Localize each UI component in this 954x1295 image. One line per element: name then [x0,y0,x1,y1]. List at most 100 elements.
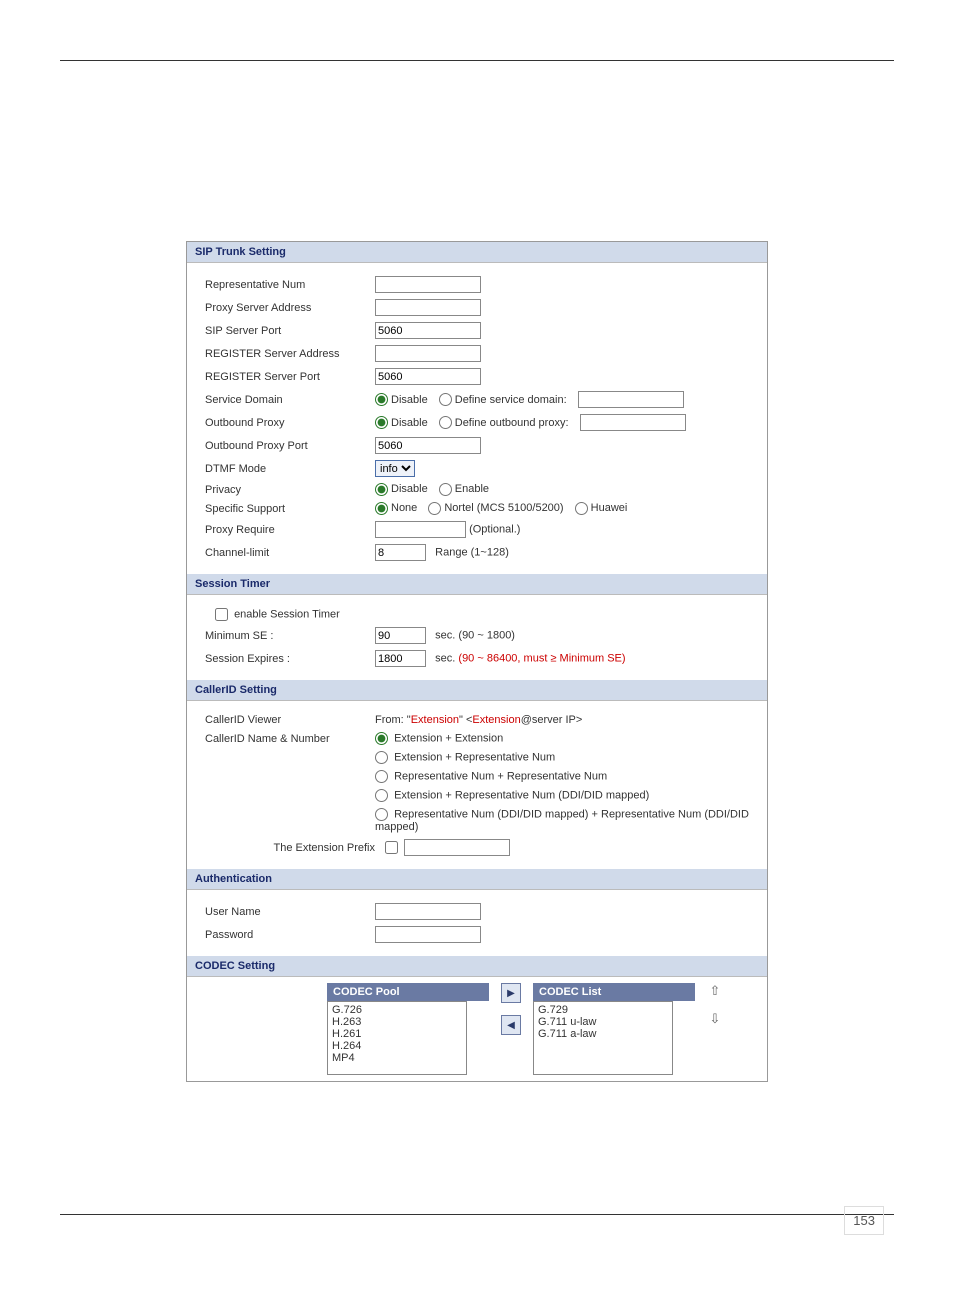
codec-pool-item[interactable]: H.261 [332,1028,462,1040]
codec-list-item[interactable]: G.711 a-law [538,1028,668,1040]
section-header-codec: CODEC Setting [187,956,767,977]
privacy-label: Privacy [195,484,375,496]
ext-prefix-input[interactable] [404,839,510,856]
session-exp-input[interactable] [375,650,426,667]
specific-none-radio[interactable] [375,502,388,515]
proxy-req-hint: (Optional.) [469,524,520,536]
codec-pool-item[interactable]: G.726 [332,1004,462,1016]
svc-domain-label: Service Domain [195,394,375,406]
section-header-callerid: CallerID Setting [187,680,767,701]
ob-proxy-label: Outbound Proxy [195,417,375,429]
callerid-opt5-text: Representative Num (DDI/DID mapped) + Re… [375,808,749,833]
specific-label: Specific Support [195,503,375,515]
specific-nortel-text: Nortel (MCS 5100/5200) [444,502,563,514]
ob-port-input[interactable] [375,437,481,454]
specific-huawei-text: Huawei [591,502,628,514]
callerid-viewer-label: CallerID Viewer [195,714,375,726]
callerid-opt2-text: Extension + Representative Num [394,751,555,763]
chan-limit-hint: Range (1~128) [435,547,509,559]
auth-pass-input[interactable] [375,926,481,943]
privacy-disable-text: Disable [391,483,428,495]
callerid-opt3-text: Representative Num + Representative Num [394,770,607,782]
arrow-down-icon: ⇩ [710,1011,721,1027]
codec-pool-item[interactable]: H.263 [332,1016,462,1028]
svc-domain-disable-radio[interactable] [375,393,388,406]
codec-pool-list[interactable]: G.726 H.263 H.261 H.264 MP4 [327,1001,467,1075]
chan-limit-label: Channel-limit [195,547,375,559]
ob-proxy-disable-radio[interactable] [375,416,388,429]
ob-proxy-disable-text: Disable [391,417,428,429]
callerid-opt4-radio[interactable] [375,789,388,802]
session-exp-hint: (90 ~ 86400, must ≥ Minimum SE) [458,653,625,665]
triangle-right-icon: ▶ [507,988,515,999]
privacy-enable-text: Enable [455,483,489,495]
triangle-left-icon: ◀ [507,1020,515,1031]
codec-pool-header: CODEC Pool [327,983,489,1001]
arrow-up-icon: ⇧ [710,983,721,999]
specific-nortel-radio[interactable] [428,502,441,515]
enable-session-timer-label: enable Session Timer [234,608,340,620]
settings-panel: SIP Trunk Setting Representative Num Pro… [186,241,768,1082]
proxy-addr-label: Proxy Server Address [195,302,375,314]
chan-limit-input[interactable] [375,544,426,561]
section-header-auth: Authentication [187,869,767,890]
proxy-addr-input[interactable] [375,299,481,316]
section-header-sip-trunk: SIP Trunk Setting [187,242,767,263]
reg-port-label: REGISTER Server Port [195,371,375,383]
callerid-opt3-radio[interactable] [375,770,388,783]
svc-domain-define-radio[interactable] [439,393,452,406]
specific-huawei-radio[interactable] [575,502,588,515]
codec-list-item[interactable]: G.729 [538,1004,668,1016]
svc-domain-define-text: Define service domain: [455,394,567,406]
codec-move-down-button[interactable]: ⇩ [707,1011,723,1027]
ob-proxy-define-text: Define outbound proxy: [455,417,569,429]
sip-port-input[interactable] [375,322,481,339]
callerid-opt1-text: Extension + Extension [394,732,503,744]
reg-port-input[interactable] [375,368,481,385]
privacy-enable-radio[interactable] [439,483,452,496]
rep-num-input[interactable] [375,276,481,293]
callerid-opt2-radio[interactable] [375,751,388,764]
codec-move-up-button[interactable]: ⇧ [707,983,723,999]
codec-move-left-button[interactable]: ◀ [501,1015,521,1035]
svc-domain-input[interactable] [578,391,684,408]
codec-list-list[interactable]: G.729 G.711 u-law G.711 a-law [533,1001,673,1075]
ext-prefix-checkbox[interactable] [385,841,398,854]
specific-none-text: None [391,502,417,514]
session-exp-label: Session Expires : [195,653,375,665]
codec-pool-item[interactable]: MP4 [332,1052,462,1064]
dtmf-label: DTMF Mode [195,463,375,475]
ob-proxy-define-radio[interactable] [439,416,452,429]
callerid-name-num-label: CallerID Name & Number [195,733,375,745]
callerid-opt4-text: Extension + Representative Num (DDI/DID … [394,789,649,801]
svc-domain-disable-text: Disable [391,394,428,406]
ext-prefix-label: The Extension Prefix [195,842,385,854]
dtmf-select[interactable]: info [375,460,415,477]
rep-num-label: Representative Num [195,279,375,291]
min-se-label: Minimum SE : [195,630,375,642]
callerid-opt5-radio[interactable] [375,808,388,821]
sip-port-label: SIP Server Port [195,325,375,337]
callerid-opt1-radio[interactable] [375,732,388,745]
ob-port-label: Outbound Proxy Port [195,440,375,452]
enable-session-timer-checkbox[interactable] [215,608,228,621]
min-se-input[interactable] [375,627,426,644]
page-number: 153 [844,1206,884,1235]
auth-user-input[interactable] [375,903,481,920]
codec-list-item[interactable]: G.711 u-law [538,1016,668,1028]
auth-pass-label: Password [195,929,375,941]
reg-addr-input[interactable] [375,345,481,362]
session-exp-prefix: sec. [435,653,458,665]
proxy-req-input[interactable] [375,521,466,538]
min-se-hint: sec. (90 ~ 1800) [435,630,515,642]
codec-pool-item[interactable]: H.264 [332,1040,462,1052]
auth-user-label: User Name [195,906,375,918]
ob-proxy-input[interactable] [580,414,686,431]
section-header-session-timer: Session Timer [187,574,767,595]
callerid-viewer-value: From: "Extension" <Extension@server IP> [375,714,759,726]
proxy-req-label: Proxy Require [195,524,375,536]
codec-list-header: CODEC List [533,983,695,1001]
codec-move-right-button[interactable]: ▶ [501,983,521,1003]
privacy-disable-radio[interactable] [375,483,388,496]
reg-addr-label: REGISTER Server Address [195,348,375,360]
